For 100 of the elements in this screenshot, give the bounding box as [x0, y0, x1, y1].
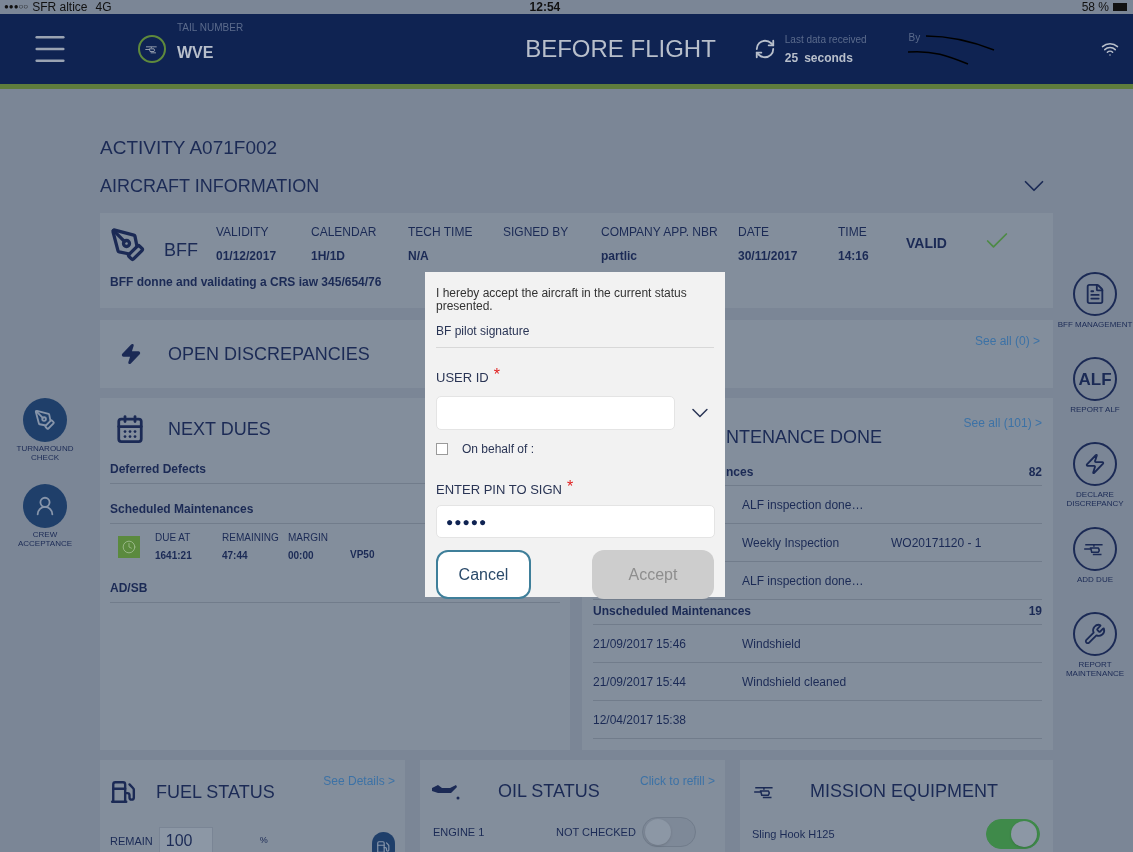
toggle-switch[interactable] [986, 819, 1040, 849]
card-title: NTENANCE DONE [725, 426, 882, 449]
bff-title: BFF [164, 239, 198, 262]
engine-status: NOT CHECKED [556, 824, 636, 840]
column-label: REMAINING [222, 531, 280, 545]
card-title: MISSION EQUIPMENT [810, 780, 998, 803]
section-title: AIRCRAFT INFORMATION [100, 174, 320, 198]
equipment-name: Sling Hook H125 [752, 826, 835, 842]
action-label: REPORT MAINTENANCE [1064, 660, 1126, 678]
field-value: 14:16 [838, 248, 870, 265]
see-all-link[interactable]: See all (101) > [963, 414, 1042, 451]
tail-number-label: TAIL NUMBER [177, 20, 244, 35]
column-value: 00:00 [288, 549, 315, 563]
network-type: 4G [95, 1, 112, 13]
row-date: 21/09/2017 [593, 636, 654, 651]
by-label: By [908, 31, 921, 45]
section-heading: Scheduled Maintenances [110, 502, 254, 516]
field-label: TECH TIME [408, 224, 474, 241]
refill-link[interactable]: Click to refill > [639, 772, 715, 790]
field-label: DATE [738, 224, 771, 241]
lightning-icon [120, 341, 142, 367]
dialog-button[interactable]: Cancel [436, 550, 531, 599]
bff-remark: BFF donne and validating a CRS iaw 345/654/76 [110, 274, 383, 291]
toggle-switch[interactable] [641, 817, 696, 847]
section-heading: Deferred Defects [110, 462, 207, 476]
action-label: ADD DUE [1076, 575, 1114, 584]
row-description: Windshield [742, 636, 801, 651]
row-date: 12/04/2017 [593, 712, 654, 727]
checkbox-label: On behalf of : [462, 440, 535, 458]
sync-label: Last data received [784, 32, 867, 47]
helicopter-icon [144, 44, 160, 54]
field-value: partlic [601, 248, 638, 265]
row-time: 15:38 [656, 712, 687, 727]
remain-label: REMAIN [110, 833, 153, 849]
calendar-icon [115, 414, 145, 444]
row-reference: WO20171120 - 1 [891, 534, 982, 552]
field-value: 30/11/2017 [738, 248, 799, 265]
column-value: VP50 [350, 548, 376, 562]
card-title: FUEL STATUS [156, 780, 275, 804]
row-date: 21/09/2017 [593, 674, 654, 689]
page-title: BEFORE FLIGHT [525, 34, 716, 64]
action-label: CREW ACCEPTANCE [16, 530, 74, 548]
document-icon [1084, 283, 1106, 305]
action-button[interactable] [1073, 272, 1117, 316]
field-value: N/A [408, 248, 430, 265]
engine-name: ENGINE 1 [433, 824, 486, 840]
column-value: 47:44 [222, 549, 249, 563]
card-title: OPEN DISCREPANCIES [168, 342, 370, 366]
column-value: 1641:21 [155, 549, 193, 563]
alf-icon: ALF [1078, 370, 1112, 388]
column-label: DUE AT [155, 531, 192, 545]
field-label: SIGNED BY [503, 224, 570, 241]
remain-field[interactable]: 100 [158, 827, 213, 852]
section-heading: nces [725, 464, 754, 481]
pen-nib-icon [110, 227, 146, 263]
required-mark: * [493, 368, 500, 382]
section-heading: AD/SB [110, 581, 148, 595]
action-label: TURNAROUND CHECK [15, 444, 75, 462]
row-description: Weekly Inspection [742, 535, 840, 550]
tail-number: WVE [177, 42, 215, 63]
action-button[interactable] [23, 484, 67, 528]
details-link[interactable]: See Details > [323, 772, 395, 790]
battery-level: 58 % [1081, 1, 1109, 13]
lightning-icon [1084, 453, 1106, 475]
person-icon [34, 495, 56, 517]
action-label: DECLARE DISCREPANCY [1065, 490, 1125, 508]
field-label: TIME [838, 224, 868, 241]
sync-icon[interactable] [753, 38, 776, 60]
battery-icon [1113, 3, 1129, 11]
card-title: OIL STATUS [498, 780, 600, 803]
action-button[interactable] [23, 398, 67, 442]
checkbox[interactable] [436, 442, 448, 455]
fuel-pump-icon [376, 840, 391, 852]
field-value: 1H/1D [311, 248, 346, 265]
sync-value: 25 [784, 49, 799, 67]
signature-role: BF pilot signature [436, 324, 530, 338]
row-time: 15:44 [656, 674, 687, 689]
row-description: Windshield cleaned [742, 674, 847, 689]
see-all-link[interactable]: See all (0) > [974, 332, 1040, 350]
sync-unit: seconds [804, 49, 853, 67]
field-value: 01/12/2017 [216, 248, 278, 265]
wrench-icon [1084, 623, 1106, 645]
validity-status: VALID [906, 234, 947, 253]
action-button[interactable]: ALF [1073, 357, 1117, 401]
card-title: NEXT DUES [168, 417, 271, 441]
unit-label: % [259, 834, 268, 848]
action-button[interactable] [1073, 612, 1117, 656]
action-button[interactable] [1073, 442, 1117, 486]
action-button[interactable] [1073, 527, 1117, 571]
row-description: ALF inspection done… [742, 573, 864, 588]
action-label: BFF MANAGEMENT [1057, 320, 1133, 329]
section-heading: Unscheduled Maintenances [593, 603, 752, 620]
field-label: COMPANY APP. NBR [601, 224, 719, 241]
clock-time: 12:54 [529, 1, 561, 13]
fuel-pump-icon [110, 778, 136, 806]
pin-field[interactable]: ●●●●● [436, 505, 715, 538]
carrier-name: SFR altice [32, 1, 88, 13]
user-id-field[interactable] [436, 395, 676, 430]
field-label: USER ID [436, 369, 489, 387]
column-label: MARGIN [288, 531, 329, 545]
